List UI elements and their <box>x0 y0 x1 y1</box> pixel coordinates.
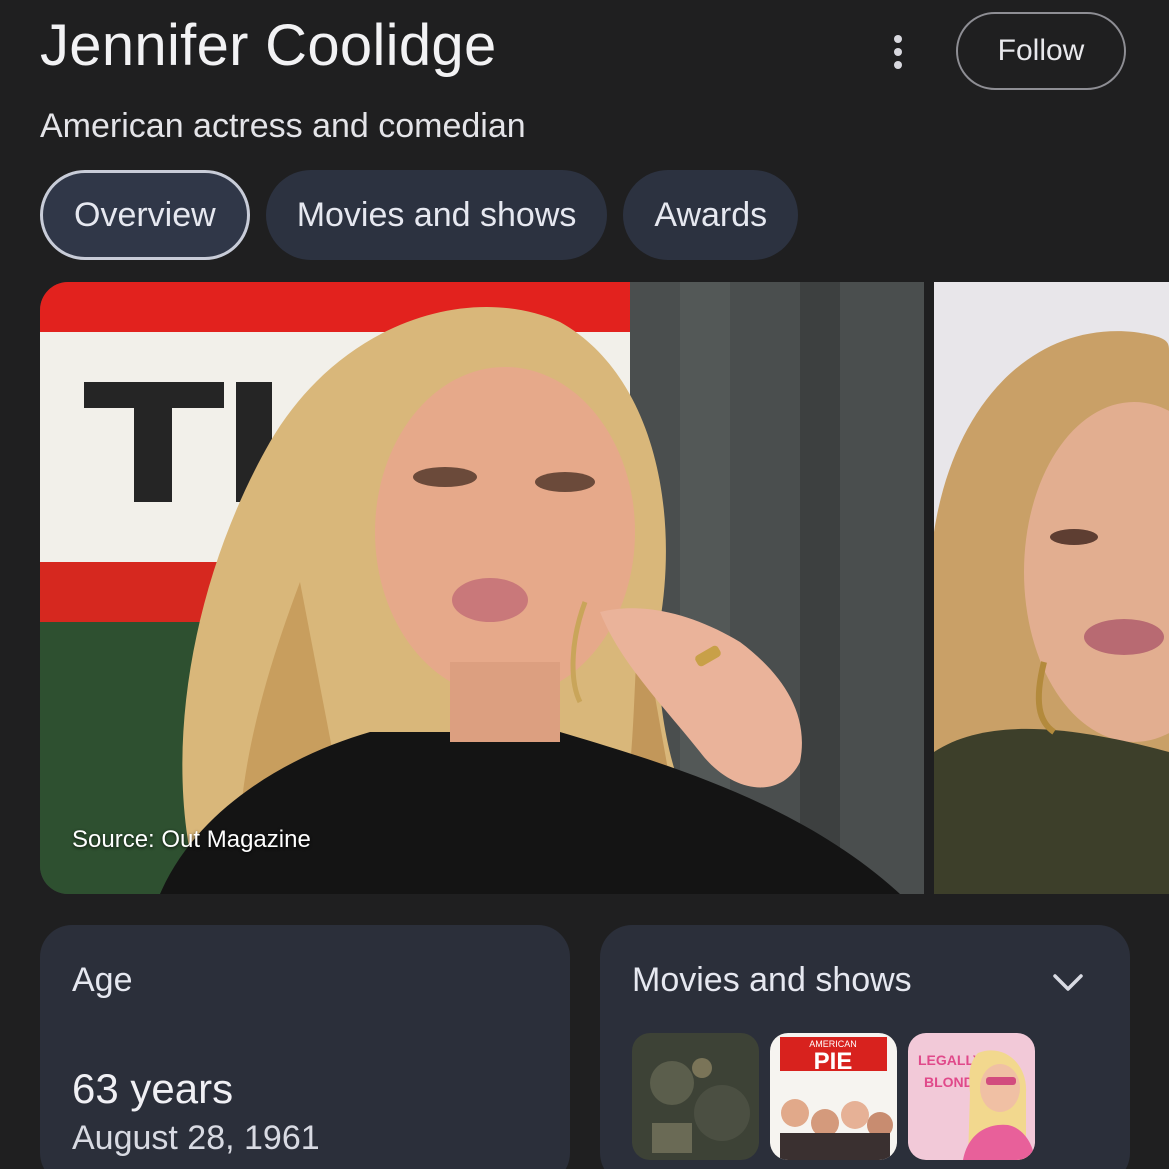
follow-button[interactable]: Follow <box>956 12 1126 90</box>
portrait-image-2 <box>934 282 1169 894</box>
tab-bar: Overview Movies and shows Awards <box>40 170 799 260</box>
chevron-down-icon <box>1053 974 1083 991</box>
image-source-caption: Source: Out Magazine <box>72 826 311 853</box>
movie-thumbnail[interactable] <box>632 1033 759 1160</box>
expand-button[interactable] <box>1046 961 1090 1005</box>
page-subtitle: American actress and comedian <box>40 107 526 145</box>
poster-image: LEGALLY BLONDE <box>908 1033 1035 1160</box>
main-photo[interactable]: Source: Out Magazine <box>40 282 924 894</box>
secondary-photo[interactable] <box>934 282 1169 894</box>
movie-thumbnail[interactable]: AMERICAN PIE <box>770 1033 897 1160</box>
movies-card[interactable]: Movies and shows AMERICAN PIE LEGALLY BL… <box>600 925 1130 1169</box>
page-title: Jennifer Coolidge <box>40 13 497 78</box>
more-options-button[interactable] <box>872 26 924 78</box>
more-vert-icon <box>894 35 902 69</box>
movie-thumbnails: AMERICAN PIE LEGALLY BLONDE <box>632 1033 1035 1160</box>
movies-label: Movies and shows <box>632 961 912 999</box>
tab-movies-and-shows[interactable]: Movies and shows <box>265 170 608 260</box>
age-label: Age <box>72 961 133 999</box>
knowledge-panel: Jennifer Coolidge Follow American actres… <box>0 0 1169 1169</box>
age-card[interactable]: Age 63 years August 28, 1961 <box>40 925 570 1169</box>
poster-title-text: PIE <box>814 1048 853 1075</box>
poster-image <box>632 1033 759 1160</box>
age-value: 63 years <box>72 1065 234 1112</box>
tab-awards[interactable]: Awards <box>623 170 799 260</box>
birth-date: August 28, 1961 <box>72 1119 320 1157</box>
portrait-image <box>40 282 924 894</box>
movie-thumbnail[interactable]: LEGALLY BLONDE <box>908 1033 1035 1160</box>
poster-image: AMERICAN PIE <box>770 1033 897 1160</box>
tab-overview[interactable]: Overview <box>40 170 250 260</box>
